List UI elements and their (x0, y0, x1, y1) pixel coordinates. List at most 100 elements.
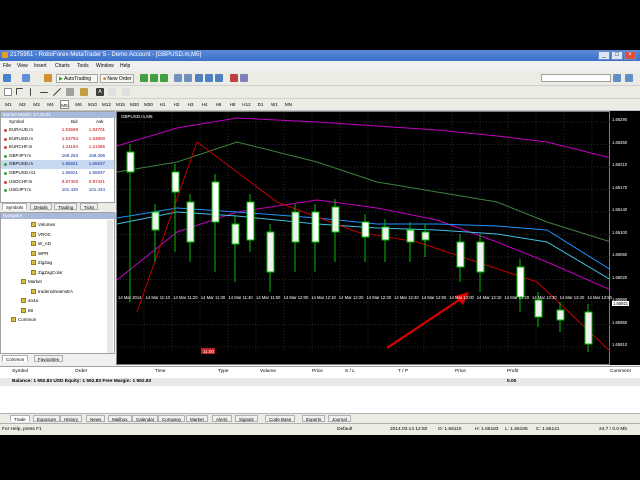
navigator-item[interactable]: Common (11, 316, 36, 324)
navigator-item[interactable]: ZigZag (31, 259, 52, 267)
navigator-item[interactable]: an4a (21, 297, 38, 305)
templates-icon[interactable] (240, 74, 248, 82)
terminal-column-header[interactable]: S / L (345, 369, 355, 374)
timeframe-h8[interactable]: H8 (228, 100, 237, 109)
menu-view[interactable]: View (17, 63, 28, 69)
terminal-column-header[interactable]: Price (312, 369, 323, 374)
crosshair-icon[interactable] (16, 88, 23, 95)
timeframe-h12[interactable]: H12 (242, 100, 251, 109)
menu-file[interactable]: File (3, 63, 11, 69)
bar-chart-icon[interactable] (140, 74, 148, 82)
terminal-tab-journal[interactable]: Journal (328, 415, 351, 422)
chat-icon[interactable] (625, 74, 633, 82)
status-profile[interactable]: Default (337, 427, 352, 432)
quote-row[interactable]: USDCHF.m 0.87403 0.87421 (1, 178, 114, 187)
maximize-button[interactable]: □ (611, 51, 623, 60)
quote-row[interactable]: USDJPY.m 101.420 101.434 (1, 186, 114, 195)
chart-shift-icon[interactable] (215, 74, 223, 82)
line-chart-icon[interactable] (160, 74, 168, 82)
terminal-column-header[interactable]: Time (155, 369, 165, 374)
terminal-tab-experts[interactable]: Experts (302, 415, 326, 422)
strategy-tester-icon[interactable] (44, 74, 52, 82)
timeframe-h1[interactable]: H1 (158, 100, 167, 109)
vertical-line-icon[interactable] (30, 88, 39, 96)
search-icon[interactable] (613, 74, 621, 82)
timeframe-m10[interactable]: M10 (88, 100, 97, 109)
tab-ticks[interactable]: Ticks (80, 203, 99, 210)
terminal-tab-calendar[interactable]: Calendar (132, 415, 159, 422)
navigator-item[interactable]: Market (21, 278, 42, 286)
timeframe-h6[interactable]: H6 (214, 100, 223, 109)
col-bid[interactable]: Bid (71, 118, 78, 125)
terminal-column-header[interactable]: Profit (507, 369, 518, 374)
price-chart[interactable]: 11:00 GBPUSD.m,M5 (116, 111, 611, 366)
quote-row[interactable]: GBPJPY.m 168.283 168.306 (1, 152, 114, 161)
timeframe-h3[interactable]: H3 (186, 100, 195, 109)
autotrading-button[interactable]: ▶ AutoTrading (56, 74, 98, 83)
tab-symbols[interactable]: Symbols (2, 203, 28, 210)
timeframe-m20[interactable]: M20 (130, 100, 139, 109)
tab-trading[interactable]: Trading (54, 203, 78, 210)
shapes-icon[interactable] (122, 88, 130, 96)
terminal-tab-signals[interactable]: Signals (235, 415, 258, 422)
new-chart-icon[interactable] (3, 74, 11, 82)
navigator-item[interactable]: 88 (21, 307, 33, 315)
fibonacci-icon[interactable] (80, 88, 88, 96)
terminal-tab-mailbox[interactable]: Mailbox (108, 415, 132, 422)
timeframe-m2[interactable]: M2 (18, 100, 27, 109)
terminal-tab-alerts[interactable]: Alerts (212, 415, 232, 422)
navigator-item[interactable]: WPR (31, 250, 49, 258)
terminal-column-header[interactable]: Volume (260, 369, 276, 374)
close-button[interactable]: × (624, 51, 636, 60)
quote-row[interactable]: EURAUD.m 1.53669 1.53701 (1, 126, 114, 135)
horizontal-line-icon[interactable] (40, 92, 48, 93)
profiles-icon[interactable] (22, 74, 30, 82)
terminal-tab-history[interactable]: History (60, 415, 83, 422)
timeframe-h2[interactable]: H2 (172, 100, 181, 109)
terminal-column-header[interactable]: Price (455, 369, 466, 374)
terminal-tab-market[interactable]: Market (186, 415, 208, 422)
terminal-column-header[interactable]: Comment (610, 369, 631, 374)
quote-row[interactable]: GBPUSD.m 1.65921 1.65937 (1, 160, 114, 169)
terminal-tab-exposure[interactable]: Exposure (33, 415, 61, 422)
zoom-in-icon[interactable] (174, 74, 182, 82)
timeframe-m12[interactable]: M12 (102, 100, 111, 109)
navigator-item[interactable]: Volumes (31, 221, 55, 229)
zoom-out-icon[interactable] (184, 74, 192, 82)
terminal-column-header[interactable]: Type (218, 369, 228, 374)
col-symbol[interactable]: Symbol (9, 118, 24, 125)
timeframe-m1[interactable]: M1 (4, 100, 13, 109)
indicators-icon[interactable] (230, 74, 238, 82)
timeframe-w1[interactable]: W1 (270, 100, 279, 109)
navigator-item[interactable]: ZigZagColor (31, 269, 63, 277)
menu-help[interactable]: Help (120, 63, 130, 69)
terminal-tab-news[interactable]: News (86, 415, 106, 422)
text-icon[interactable]: A (96, 88, 104, 96)
terminal-tab-code-base[interactable]: Code Base (265, 415, 296, 422)
equidistant-channel-icon[interactable] (66, 88, 74, 96)
terminal-column-header[interactable]: Symbol (12, 369, 28, 374)
tab-common[interactable]: Common (2, 355, 29, 362)
timeframe-m6[interactable]: M6 (74, 100, 83, 109)
col-ask[interactable]: Ask (96, 118, 104, 125)
label-icon[interactable] (108, 88, 116, 96)
tab-favourites[interactable]: Favourites (34, 355, 64, 362)
timeframe-m5[interactable]: M5 (60, 100, 69, 109)
terminal-tab-trade[interactable]: Trade (10, 415, 30, 422)
chart-canvas[interactable]: 11:00 (117, 112, 611, 366)
timeframe-d1[interactable]: D1 (256, 100, 265, 109)
menu-window[interactable]: Window (96, 63, 114, 69)
quote-row[interactable]: EURUSD.m 1.53784 1.53800 (1, 135, 114, 144)
search-input[interactable] (541, 74, 611, 82)
quote-row[interactable]: EURCHF.m 1.21194 1.21365 (1, 143, 114, 152)
minimize-button[interactable]: _ (598, 51, 610, 60)
timeframe-m15[interactable]: M15 (116, 100, 125, 109)
timeframe-m30[interactable]: M30 (144, 100, 153, 109)
terminal-column-header[interactable]: Order (75, 369, 87, 374)
menu-charts[interactable]: Charts (55, 63, 70, 69)
cursor-icon[interactable] (4, 88, 12, 96)
auto-scroll-icon[interactable] (205, 74, 213, 82)
tile-windows-icon[interactable] (195, 74, 203, 82)
navigator-scrollbar[interactable] (107, 220, 113, 353)
trendline-icon[interactable] (53, 88, 61, 96)
